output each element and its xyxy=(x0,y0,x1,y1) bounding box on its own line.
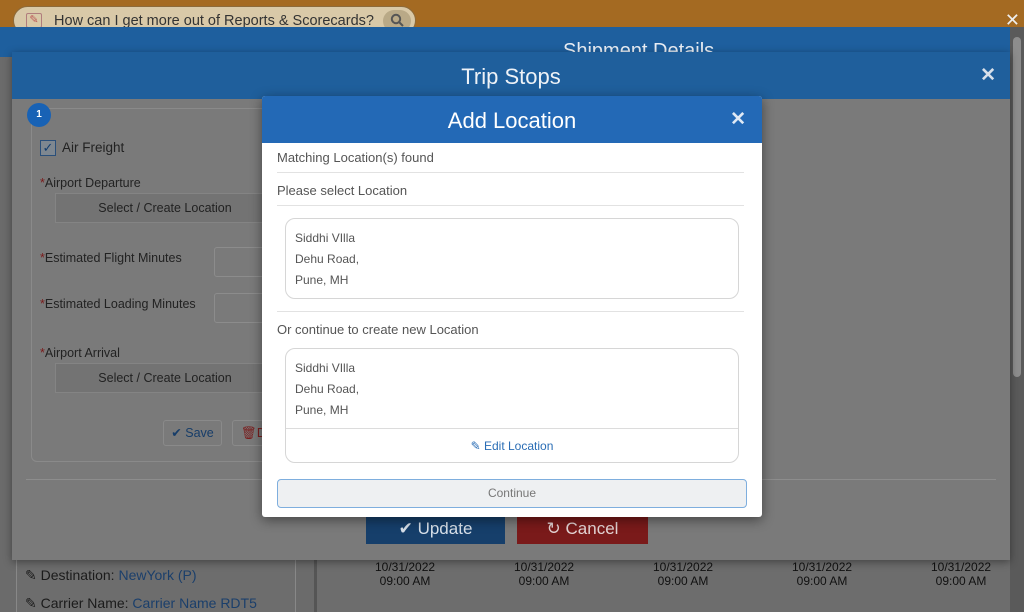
matching-location-card[interactable]: Siddhi VIlla Dehu Road, Pune, MH xyxy=(285,218,739,299)
trip-stop-card xyxy=(31,108,291,462)
close-icon[interactable]: ✕ xyxy=(980,64,996,87)
save-button[interactable]: ✔ Save xyxy=(163,420,222,446)
divider xyxy=(277,311,744,312)
location-line-1: Siddhi VIlla xyxy=(295,231,356,245)
timeline-item: 10/31/2022 09:00 AM xyxy=(514,560,574,588)
location-line-3: Pune, MH xyxy=(295,273,349,287)
timeline-item: 10/31/2022 09:00 AM xyxy=(653,560,713,588)
edit-icon: ✎ xyxy=(470,439,481,453)
check-icon: ✔ xyxy=(398,519,413,538)
air-freight-label: Air Freight xyxy=(62,140,125,155)
update-button-label: Update xyxy=(417,519,473,538)
trip-stops-title: Trip Stops xyxy=(461,64,561,89)
carrier-label: Carrier Name: xyxy=(40,595,133,611)
destination-link[interactable]: NewYork (P) xyxy=(118,567,196,583)
location-line-2: Dehu Road, xyxy=(295,252,360,266)
timeline-item: 10/31/2022 09:00 AM xyxy=(792,560,852,588)
update-button[interactable]: ✔ Update xyxy=(366,513,505,544)
carrier-row: ✎ Carrier Name: Carrier Name RDT5 xyxy=(25,595,257,612)
close-icon[interactable]: ✕ xyxy=(730,108,746,131)
timeline-item: 10/31/2022 09:00 AM xyxy=(375,560,435,588)
page-scrollbar[interactable] xyxy=(1010,27,1024,612)
timeline-date: 10/31/2022 xyxy=(792,560,853,574)
airport-arrival-select-button[interactable]: Select / Create Location xyxy=(55,363,275,393)
destination-label: Destination: xyxy=(40,567,119,583)
matching-locations-text: Matching Location(s) found xyxy=(277,150,434,165)
timeline-date: 10/31/2022 xyxy=(514,560,575,574)
cancel-button[interactable]: ↻ Cancel xyxy=(517,513,648,544)
step-number-badge: 1 xyxy=(27,103,51,127)
shipment-timeline: 10/31/2022 09:00 AM 10/31/2022 09:00 AM … xyxy=(314,558,1010,612)
flight-minutes-text: Estimated Flight Minutes xyxy=(44,251,182,265)
shipment-info-panel: ✎ Destination: NewYork (P) ✎ Carrier Nam… xyxy=(16,558,296,612)
timeline-time: 09:00 AM xyxy=(796,574,848,588)
timeline-time: 09:00 AM xyxy=(935,574,987,588)
location-line-2: Dehu Road, xyxy=(295,382,360,396)
loading-minutes-text: Estimated Loading Minutes xyxy=(44,297,196,311)
timeline-time: 09:00 AM xyxy=(657,574,709,588)
pencil-icon[interactable]: ✎ xyxy=(25,567,37,583)
trash-icon: 🗑 xyxy=(241,426,257,440)
timeline-time: 09:00 AM xyxy=(379,574,431,588)
add-location-header: Add Location ✕ xyxy=(262,96,762,143)
air-freight-checkbox[interactable]: ✓ xyxy=(40,140,56,156)
pencil-icon[interactable]: ✎ xyxy=(25,595,37,611)
create-new-location-text: Or continue to create new Location xyxy=(277,322,479,337)
timeline-date: 10/31/2022 xyxy=(931,560,992,574)
edit-icon: ✎ xyxy=(26,13,42,28)
airport-arrival-label: *Airport Arrival xyxy=(40,346,120,360)
divider xyxy=(277,205,744,206)
timeline-date: 10/31/2022 xyxy=(653,560,714,574)
search-icon xyxy=(390,13,404,27)
new-location-card: Siddhi VIlla Dehu Road, Pune, MH ✎ Edit … xyxy=(285,348,739,463)
add-location-title: Add Location xyxy=(447,108,577,133)
divider xyxy=(277,172,744,173)
airport-departure-select-button[interactable]: Select / Create Location xyxy=(55,193,275,223)
location-line-1: Siddhi VIlla xyxy=(295,361,356,375)
edit-location-label: Edit Location xyxy=(484,439,554,453)
carrier-link[interactable]: Carrier Name RDT5 xyxy=(132,595,256,611)
timeline-date: 10/31/2022 xyxy=(375,560,436,574)
loading-minutes-label: *Estimated Loading Minutes xyxy=(40,297,196,311)
select-location-prompt: Please select Location xyxy=(277,183,408,198)
scrollbar-thumb[interactable] xyxy=(1013,37,1021,377)
destination-row: ✎ Destination: NewYork (P) xyxy=(25,567,197,584)
edit-location-link[interactable]: ✎ Edit Location xyxy=(286,439,738,453)
continue-button[interactable]: Continue xyxy=(277,479,747,508)
cancel-button-label: Cancel xyxy=(565,519,619,538)
edit-location-row: ✎ Edit Location xyxy=(286,428,738,462)
redo-icon: ↻ xyxy=(546,519,561,538)
flight-minutes-label: *Estimated Flight Minutes xyxy=(40,251,182,265)
add-location-modal: Add Location ✕ Matching Location(s) foun… xyxy=(262,96,762,517)
airport-departure-text: Airport Departure xyxy=(44,176,141,190)
timeline-time: 09:00 AM xyxy=(518,574,570,588)
airport-arrival-text: Airport Arrival xyxy=(44,346,120,360)
trip-stops-header: Trip Stops ✕ xyxy=(12,52,1010,99)
location-line-3: Pune, MH xyxy=(295,403,349,417)
airport-departure-label: *Airport Departure xyxy=(40,176,141,190)
check-icon: ✔ xyxy=(171,426,182,440)
timeline-item: 10/31/2022 09:00 AM xyxy=(931,560,991,588)
save-button-label: Save xyxy=(185,426,214,440)
